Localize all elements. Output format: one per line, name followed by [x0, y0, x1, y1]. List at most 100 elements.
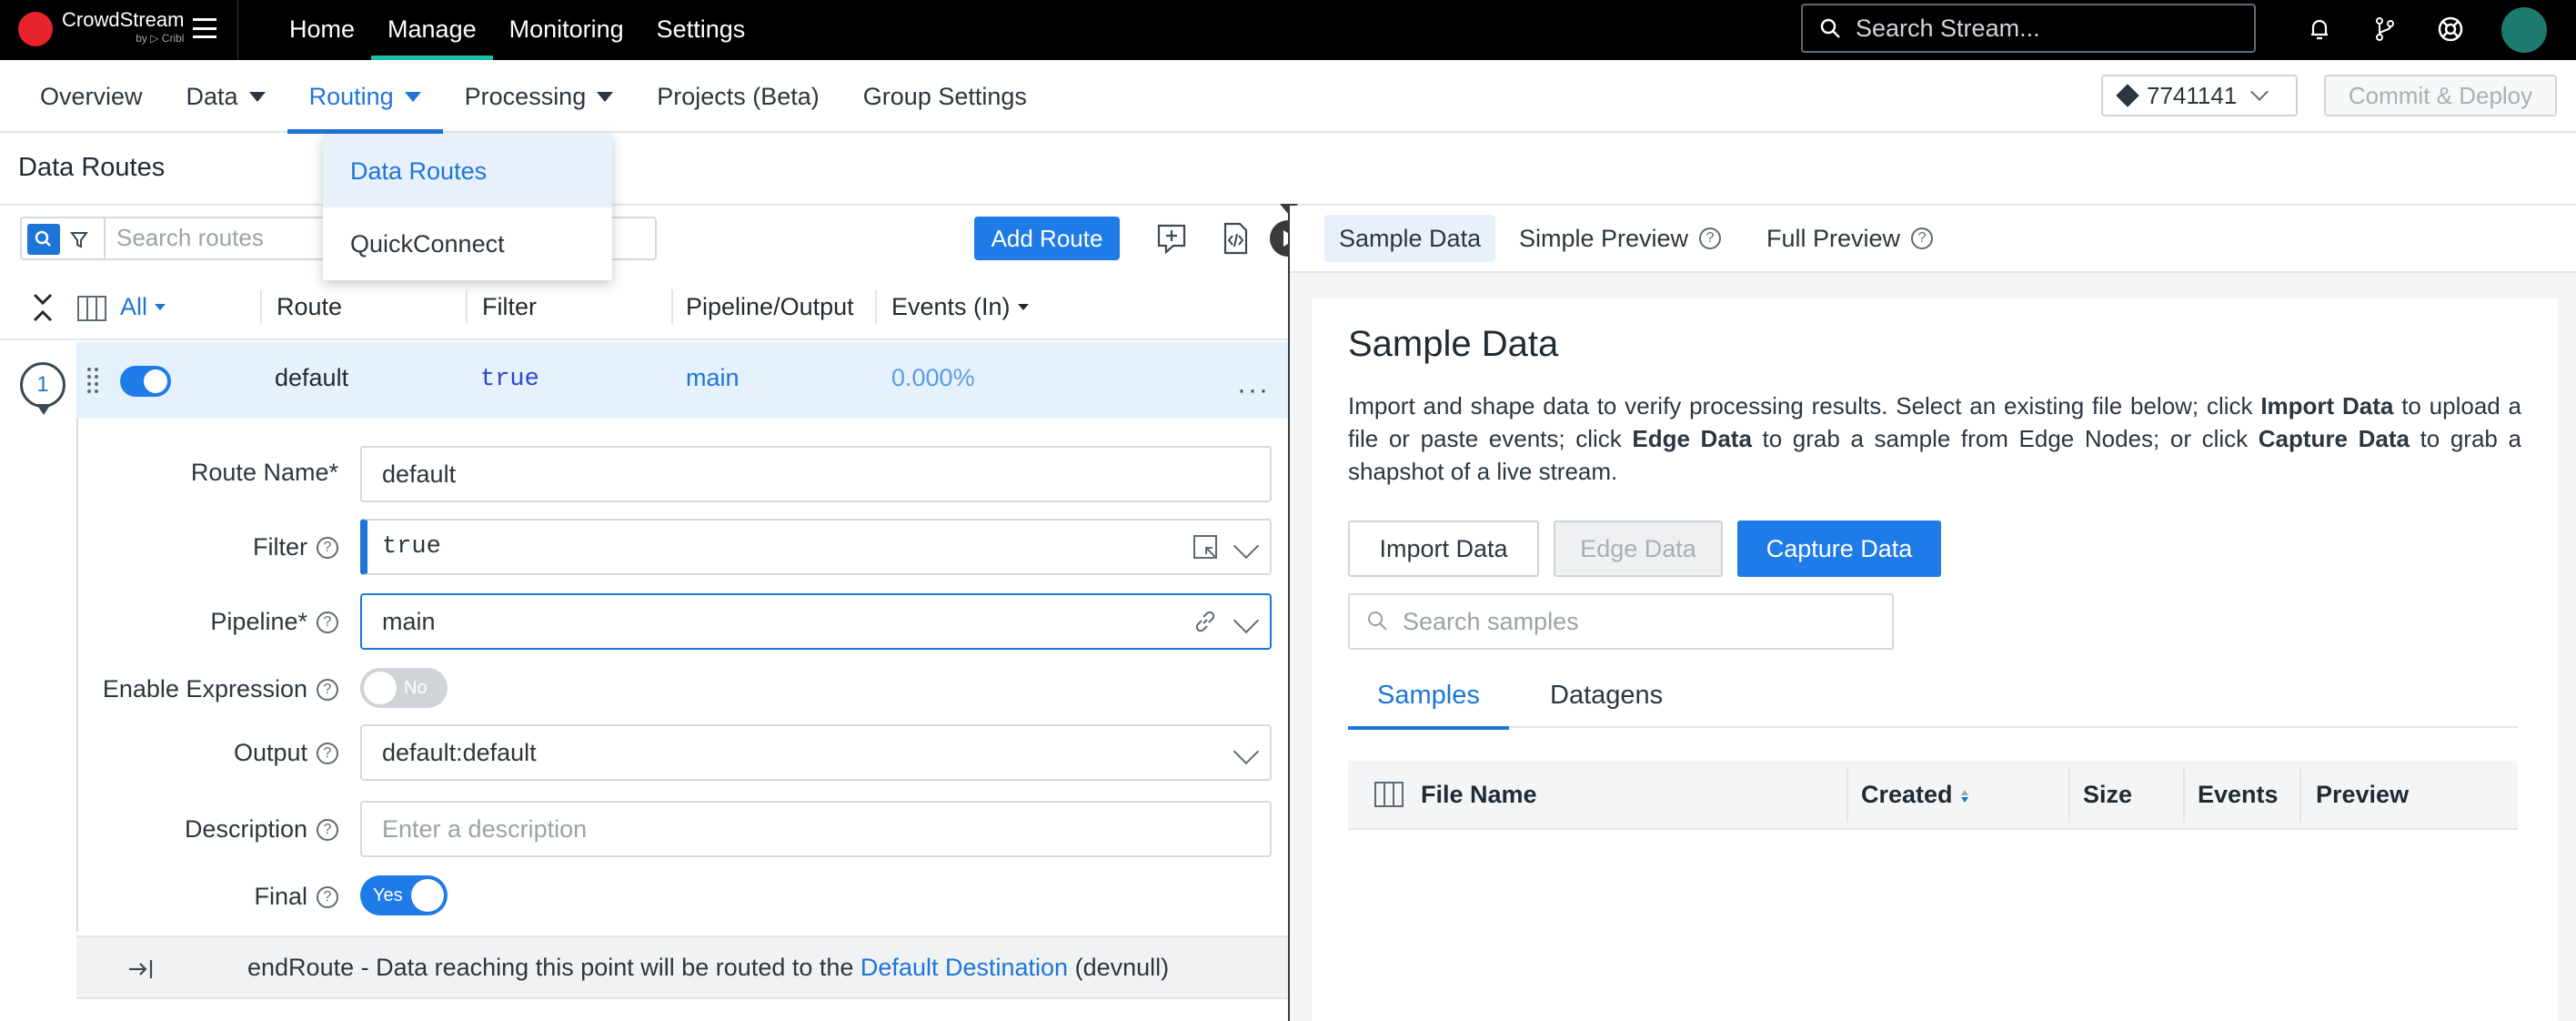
help-lifebuoy-icon[interactable]: [2436, 15, 2465, 44]
avatar[interactable]: [2501, 7, 2547, 53]
expand-editor-icon[interactable]: [1192, 533, 1219, 561]
help-icon[interactable]: ?: [1911, 227, 1934, 249]
route-name-input[interactable]: default: [360, 446, 1272, 502]
col-size: Size: [2083, 781, 2133, 808]
git-branch-icon[interactable]: [2370, 15, 2400, 44]
tab-samples[interactable]: Samples: [1348, 662, 1509, 730]
sample-data-title: Sample Data: [1348, 324, 1559, 364]
preview-panel: Sample Data Simple Preview? Full Preview…: [1290, 206, 2576, 1021]
help-icon[interactable]: ?: [317, 678, 338, 701]
search-samples-input[interactable]: Search samples: [1348, 593, 1894, 650]
col-events-in[interactable]: Events (In): [891, 293, 1029, 321]
collapse-all-icon[interactable]: [31, 289, 55, 326]
search-input[interactable]: [1856, 14, 2238, 43]
divider: [237, 0, 238, 60]
route-number: 1: [20, 362, 65, 408]
drag-handle-icon[interactable]: [86, 366, 100, 397]
route-enabled-toggle[interactable]: [120, 366, 171, 397]
chevron-down-icon[interactable]: [1233, 607, 1260, 634]
sample-data-card: Sample Data Import and shape data to ver…: [1312, 298, 2558, 1021]
menu-item-data-routes[interactable]: Data Routes: [323, 135, 612, 207]
crowdstream-logo[interactable]: CrowdStream by ▷ Cribl: [18, 9, 184, 49]
tab-simple-preview[interactable]: Simple Preview?: [1504, 215, 1736, 262]
final-label: Final?: [254, 883, 338, 911]
help-icon[interactable]: ?: [1699, 227, 1722, 249]
nav-monitoring[interactable]: Monitoring: [493, 0, 640, 60]
caret-down-icon: [248, 91, 266, 102]
route-pipeline[interactable]: main: [686, 364, 740, 392]
more-icon[interactable]: ···: [1237, 375, 1270, 406]
code-file-icon[interactable]: [1217, 220, 1253, 257]
samples-table-header: File Name Created Size Events Preview: [1348, 761, 2518, 830]
help-icon[interactable]: ?: [317, 818, 338, 841]
tab-processing[interactable]: Processing: [443, 60, 636, 133]
pipeline-label: Pipeline*?: [210, 608, 338, 636]
end-route-suffix: (devnull): [1074, 954, 1170, 981]
menu-icon[interactable]: [193, 18, 216, 38]
help-icon[interactable]: ?: [317, 885, 338, 908]
search-icon[interactable]: [27, 224, 60, 255]
tab-group-settings[interactable]: Group Settings: [841, 60, 1049, 133]
add-route-button[interactable]: Add Route: [974, 217, 1120, 260]
pipeline-select[interactable]: main: [360, 593, 1272, 650]
tab-projects[interactable]: Projects (Beta): [635, 60, 841, 133]
bell-icon[interactable]: [2305, 15, 2334, 44]
final-toggle[interactable]: Yes: [360, 875, 448, 915]
route-filter: true: [480, 366, 539, 393]
tab-sample-data[interactable]: Sample Data: [1324, 215, 1496, 262]
all-filter-dropdown[interactable]: All: [120, 293, 166, 321]
chevron-down-icon[interactable]: [1233, 532, 1260, 560]
tab-routing[interactable]: Routing: [287, 60, 443, 134]
capture-data-button[interactable]: Capture Data: [1737, 521, 1941, 577]
filter-input[interactable]: true: [360, 519, 1272, 575]
falcon-logo-icon: [18, 12, 53, 46]
add-comment-icon[interactable]: [1153, 220, 1190, 257]
global-search[interactable]: [1801, 4, 2256, 53]
col-file-name: File Name: [1421, 781, 1537, 808]
col-route: Route: [277, 293, 343, 320]
end-route-text: endRoute - Data reaching this point will…: [247, 954, 854, 981]
tab-overview[interactable]: Overview: [18, 60, 165, 133]
enable-expression-toggle[interactable]: No: [360, 668, 448, 708]
import-data-button[interactable]: Import Data: [1348, 521, 1539, 577]
sort-icon: [1960, 789, 1968, 803]
search-icon: [1820, 18, 1840, 38]
menu-item-quickconnect[interactable]: QuickConnect: [323, 207, 612, 280]
nav-home[interactable]: Home: [273, 0, 371, 60]
help-icon[interactable]: ?: [317, 611, 338, 633]
tab-data[interactable]: Data: [165, 60, 287, 133]
nav-settings[interactable]: Settings: [640, 0, 762, 60]
route-name: default: [275, 364, 349, 391]
edge-data-button[interactable]: Edge Data: [1554, 521, 1723, 577]
logo-name: CrowdStream: [62, 8, 185, 31]
default-destination-link[interactable]: Default Destination: [860, 954, 1068, 981]
commit-deploy-button[interactable]: Commit & Deploy: [2324, 75, 2557, 116]
caret-down-icon: [155, 304, 166, 310]
help-icon[interactable]: ?: [317, 742, 338, 764]
col-events: Events: [2198, 781, 2279, 808]
search-routes-input[interactable]: [116, 224, 344, 252]
col-created[interactable]: Created: [1861, 761, 1969, 828]
main-nav: Home Manage Monitoring Settings: [273, 0, 761, 60]
search-icon: [1368, 612, 1387, 631]
commit-select[interactable]: 7741141: [2101, 75, 2298, 116]
routes-panel: Add Route All Route Filter Pipeline/Outp…: [0, 206, 1306, 1021]
columns-icon[interactable]: [76, 295, 107, 322]
tab-full-preview[interactable]: Full Preview?: [1752, 215, 1947, 262]
route-name-label: Route Name*: [190, 459, 338, 486]
route-row[interactable]: default true main 0.000%: [76, 342, 1288, 419]
tab-datagens[interactable]: Datagens: [1521, 662, 1692, 728]
description-label: Description?: [185, 815, 338, 844]
routing-dropdown-menu: Data Routes QuickConnect: [323, 135, 612, 280]
output-select[interactable]: default:default: [360, 724, 1272, 781]
commit-id: 7741141: [2147, 81, 2238, 109]
help-icon[interactable]: ?: [317, 536, 338, 559]
routes-table-header: All Route Filter Pipeline/Output Events …: [0, 275, 1288, 340]
preview-tabs: Sample Data Simple Preview? Full Preview…: [1290, 206, 2576, 273]
link-icon[interactable]: [1192, 608, 1219, 635]
description-input[interactable]: Enter a description: [360, 801, 1272, 857]
filter-icon[interactable]: [65, 226, 93, 253]
columns-icon[interactable]: [1374, 781, 1404, 808]
nav-manage[interactable]: Manage: [371, 0, 493, 60]
filter-label: Filter?: [253, 533, 338, 561]
